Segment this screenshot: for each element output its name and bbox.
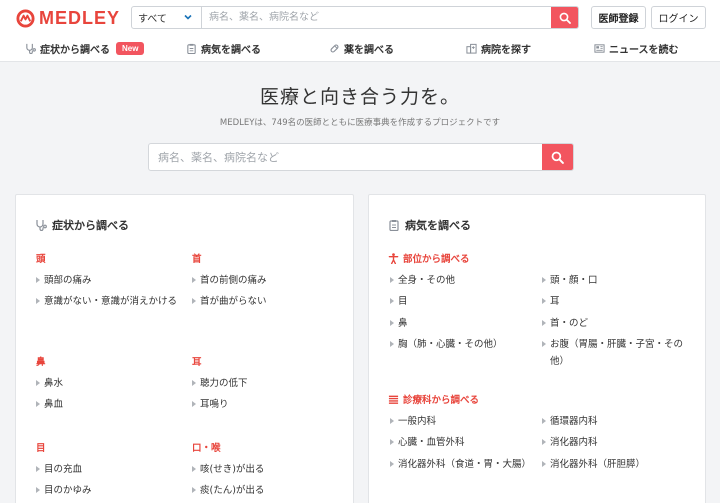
body-part-link[interactable]: 耳 (542, 293, 560, 310)
by-body-part-heading: 部位から調べる (388, 251, 470, 265)
diseases-card-title: 病気を調べる (388, 217, 471, 233)
hospital-building-icon (466, 43, 477, 54)
symptom-link[interactable]: 目の充血 (36, 461, 82, 478)
body-part-link[interactable]: お腹（胃腸・肝臓・子宮・その他） (542, 336, 692, 370)
header-search-input[interactable] (202, 7, 551, 28)
chevron-down-icon (184, 14, 192, 20)
new-badge: New (116, 42, 145, 55)
medley-logo[interactable]: MEDLEY (16, 9, 120, 28)
hero-subtitle: MEDLEYは、749名の医師とともに医療事典を作成するプロジェクトです (219, 118, 501, 128)
symptom-link[interactable]: 痰(たん)が出る (192, 482, 264, 499)
symptom-link[interactable]: 意識がない・意識が消えかける (36, 293, 186, 310)
symptom-group-mouth-throat[interactable]: 口・喉 (192, 440, 221, 454)
nav-news[interactable]: ニュースを読む (594, 41, 679, 56)
symptoms-card-title-text: 症状から調べる (52, 219, 129, 232)
clipboard-icon (389, 220, 399, 231)
medley-logo-icon (16, 9, 35, 28)
department-link[interactable]: 消化器内科 (542, 434, 598, 451)
by-department-heading-text: 診療科から調べる (403, 395, 480, 406)
symptom-group-neck[interactable]: 首 (192, 251, 202, 265)
department-link[interactable]: 消化器外科（肝胆膵） (542, 456, 645, 473)
search-category-value: すべて (138, 14, 167, 25)
symptom-link[interactable]: 聴力の低下 (192, 375, 248, 392)
symptom-link[interactable]: 鼻血 (36, 396, 63, 413)
symptom-group-nose[interactable]: 鼻 (36, 354, 46, 368)
top-bar: MEDLEY すべて 医師登録 ログイン (0, 0, 720, 36)
login-button[interactable]: ログイン (651, 6, 706, 29)
clipboard-icon (187, 43, 196, 54)
symptoms-card-title: 症状から調べる (35, 217, 129, 233)
doctor-register-button[interactable]: 医師登録 (591, 6, 646, 29)
main-nav: 症状から調べる New 病気を調べる 薬を調べる 病院を探す ニュースを読む (0, 36, 720, 62)
diseases-card: 病気を調べる 部位から調べる 全身・その他 頭・顔・口 目 耳 鼻 首・のど 胸… (368, 194, 706, 503)
body-part-link[interactable]: 鼻 (390, 315, 408, 332)
hero-search (148, 143, 574, 171)
symptom-link[interactable]: 耳鳴り (192, 396, 229, 413)
nav-drugs-label: 薬を調べる (344, 45, 394, 56)
symptom-link[interactable]: 頭部の痛み (36, 272, 92, 289)
list-icon (388, 395, 399, 404)
hero-search-input[interactable] (149, 144, 542, 170)
symptoms-card: 症状から調べる 頭 頭部の痛み 意識がない・意識が消えかける 首 首の前側の痛み… (15, 194, 354, 503)
body-part-link[interactable]: 頭・顔・口 (542, 272, 598, 289)
department-link[interactable]: 心臓・血管外科 (390, 434, 465, 451)
stethoscope-icon (36, 220, 47, 231)
body-part-link[interactable]: 胸（肺・心臓・その他） (390, 336, 503, 353)
by-body-part-heading-text: 部位から調べる (403, 254, 470, 265)
nav-symptoms-label: 症状から調べる (40, 45, 110, 56)
search-category-select[interactable]: すべて (132, 7, 202, 28)
symptom-link[interactable]: 首が曲がらない (192, 293, 267, 310)
hero-search-button[interactable] (542, 144, 573, 170)
symptom-group-head[interactable]: 頭 (36, 251, 46, 265)
header-search-button[interactable] (551, 7, 578, 28)
search-icon (551, 151, 564, 164)
header-search: すべて (131, 6, 579, 29)
body-part-link[interactable]: 目 (390, 293, 408, 310)
nav-diseases[interactable]: 病気を調べる (186, 41, 261, 56)
search-icon (559, 12, 571, 24)
symptom-link[interactable]: 鼻水 (36, 375, 63, 392)
newspaper-icon (594, 44, 605, 53)
nav-diseases-label: 病気を調べる (201, 45, 261, 56)
department-link[interactable]: 循環器内科 (542, 413, 598, 430)
nav-news-label: ニュースを読む (609, 45, 679, 56)
symptom-group-ear[interactable]: 耳 (192, 354, 202, 368)
pill-icon (330, 44, 339, 53)
department-link[interactable]: 消化器外科（食道・胃・大腸） (390, 456, 532, 473)
nav-hospitals-label: 病院を探す (481, 45, 531, 56)
stethoscope-icon (26, 43, 36, 54)
symptom-group-eye[interactable]: 目 (36, 440, 46, 454)
human-figure-icon (388, 252, 399, 264)
logo-text: MEDLEY (39, 8, 121, 28)
by-department-heading: 診療科から調べる (388, 392, 479, 406)
symptom-link[interactable]: 目のかゆみ (36, 482, 92, 499)
department-link[interactable]: 一般内科 (390, 413, 436, 430)
nav-hospitals[interactable]: 病院を探す (466, 41, 531, 56)
symptom-link[interactable]: 首の前側の痛み (192, 272, 267, 289)
body-part-link[interactable]: 首・のど (542, 315, 588, 332)
hero-title: 医療と向き合う力を。 (259, 86, 460, 108)
nav-drugs[interactable]: 薬を調べる (329, 41, 394, 56)
body-part-link[interactable]: 全身・その他 (390, 272, 455, 289)
nav-symptoms[interactable]: 症状から調べる New (25, 41, 145, 56)
symptom-link[interactable]: 咳(せき)が出る (192, 461, 264, 478)
diseases-card-title-text: 病気を調べる (405, 219, 471, 232)
